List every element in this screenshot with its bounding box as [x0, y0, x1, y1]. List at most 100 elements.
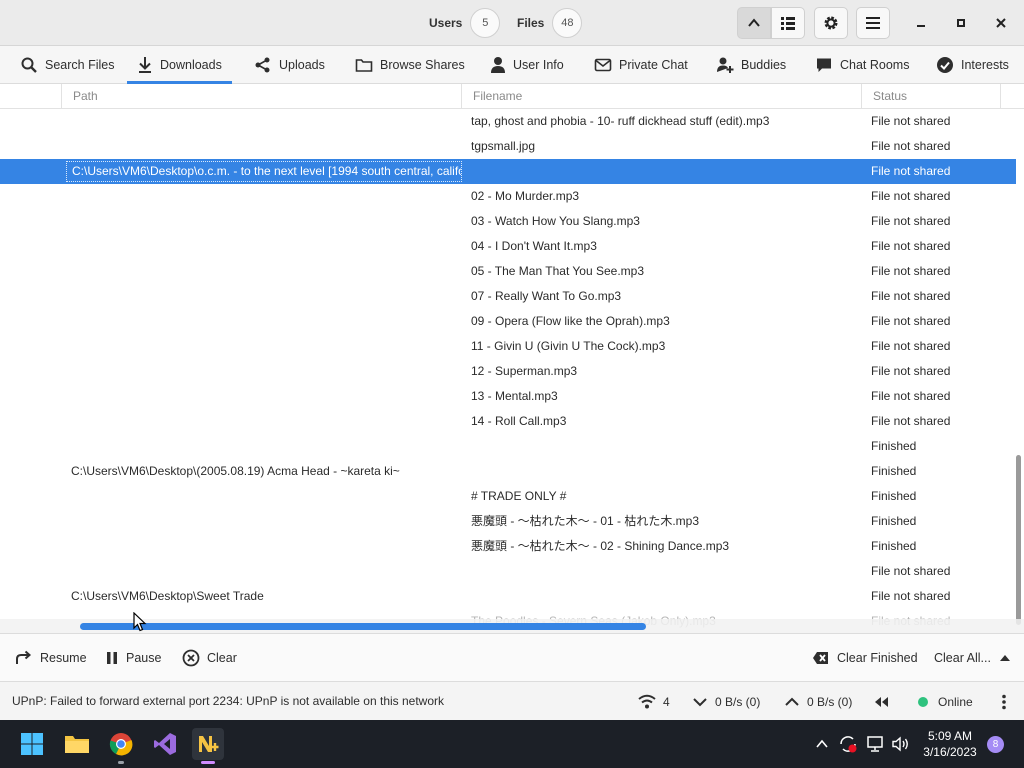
clear-circle-icon: [182, 649, 200, 667]
list-icon: [781, 17, 795, 30]
column-header-filename[interactable]: Filename: [461, 84, 861, 109]
table-row[interactable]: C:\Users\VM6\Desktop\Sweet Trade File not…: [0, 584, 1016, 609]
preferences-button[interactable]: [814, 7, 848, 39]
tray-sync-icon-button[interactable]: [838, 720, 858, 768]
table-row[interactable]: tgpsmall.jpg File not shared: [0, 134, 1016, 159]
file-explorer-button[interactable]: [61, 728, 93, 760]
table-row[interactable]: tap, ghost and phobia - 10- ruff dickhea…: [0, 109, 1016, 134]
status-menu-button[interactable]: [1001, 682, 1007, 721]
table-row[interactable]: 13 - Mental.mp3 File not shared: [0, 384, 1016, 409]
tab-chat-rooms[interactable]: Chat Rooms: [811, 46, 913, 84]
tab-private-chat[interactable]: Private Chat: [590, 46, 692, 84]
tab-user-info[interactable]: User Info: [486, 46, 568, 84]
downloads-table[interactable]: tap, ghost and phobia - 10- ruff dickhea…: [0, 109, 1024, 633]
tab-interests[interactable]: Interests: [932, 46, 1013, 84]
table-row[interactable]: File not shared: [0, 559, 1016, 584]
download-icon: [139, 57, 151, 73]
table-row[interactable]: 14 - Roll Call.mp3 File not shared: [0, 409, 1016, 434]
status-cell: File not shared: [871, 189, 951, 203]
tab-uploads[interactable]: Uploads: [250, 46, 329, 84]
speed-limit-button[interactable]: [873, 682, 889, 721]
path-cell: C:\Users\VM6\Desktop\o.c.m. - to the nex…: [66, 161, 462, 182]
table-row[interactable]: 04 - I Don't Want It.mp3 File not shared: [0, 234, 1016, 259]
nicotine-plus-button[interactable]: [192, 728, 224, 764]
resume-button[interactable]: Resume: [15, 634, 87, 682]
online-status-button[interactable]: Online: [918, 682, 973, 721]
column-header-status[interactable]: Status: [861, 84, 1001, 109]
minimize-button[interactable]: [908, 11, 934, 35]
start-button[interactable]: [16, 728, 48, 760]
pause-button[interactable]: Pause: [105, 634, 161, 682]
tray-overflow-button[interactable]: [815, 720, 829, 768]
table-row[interactable]: C:\Users\VM6\Desktop\o.c.m. - to the nex…: [0, 159, 1016, 184]
notification-badge[interactable]: 8: [987, 736, 1004, 753]
tab-label: User Info: [513, 58, 564, 72]
upload-speed-indicator: 0 B/s (0): [784, 682, 852, 721]
redo-arrow-icon: [16, 650, 32, 664]
status-message: UPnP: Failed to forward external port 22…: [12, 694, 445, 708]
filename-cell: 12 - Superman.mp3: [471, 364, 578, 378]
tab-search-files[interactable]: Search Files: [16, 46, 118, 84]
tab-buddies[interactable]: Buddies: [712, 46, 790, 84]
transfer-list-button[interactable]: [771, 7, 805, 39]
nicotine-plus-icon: [199, 736, 219, 752]
status-cell: File not shared: [871, 214, 951, 228]
online-dot-icon: [918, 696, 928, 707]
column-header-path[interactable]: Path: [61, 84, 461, 109]
active-app-indicator: [201, 761, 215, 764]
filename-cell: 07 - Really Want To Go.mp3: [471, 289, 622, 303]
table-row[interactable]: 11 - Givin U (Givin U The Cock).mp3 File …: [0, 334, 1016, 359]
tab-label: Browse Shares: [380, 58, 465, 72]
clock-date: 3/16/2023: [923, 745, 977, 759]
table-row[interactable]: 悪魔頭 - ～枯れた木～ - 02 - Shining Dance.mp3 Fin…: [0, 534, 1016, 559]
table-row[interactable]: 05 - The Man That You See.mp3 File not sh…: [0, 259, 1016, 284]
users-count: 5: [470, 8, 501, 38]
clear-button[interactable]: Clear: [182, 634, 237, 682]
collapse-toggle-button[interactable]: [737, 7, 771, 39]
status-cell: File not shared: [871, 164, 951, 178]
table-row[interactable]: 12 - Superman.mp3 File not shared: [0, 359, 1016, 384]
close-icon: [996, 18, 1006, 28]
filename-cell: 11 - Givin U (Givin U The Cock).mp3: [471, 339, 666, 353]
filename-cell: 04 - I Don't Want It.mp3: [471, 239, 597, 253]
tab-label: Uploads: [279, 58, 325, 72]
users-stat: Users 5: [429, 8, 501, 38]
filename-cell: 13 - Mental.mp3: [471, 389, 558, 403]
more-vertical-icon: [1002, 694, 1006, 709]
status-cell: Finished: [871, 489, 917, 503]
table-row[interactable]: C:\Users\VM6\Desktop\(2005.08.19) Acma H…: [0, 459, 1016, 484]
maximize-button[interactable]: [948, 11, 974, 35]
vertical-scrollbar[interactable]: [1016, 455, 1021, 625]
horizontal-scrollbar-thumb[interactable]: [80, 623, 646, 630]
files-stat: Files 48: [517, 8, 583, 38]
chevron-up-icon: [816, 739, 828, 748]
table-row[interactable]: Finished: [0, 434, 1016, 459]
chrome-button[interactable]: [105, 728, 137, 764]
tray-volume-button[interactable]: [891, 720, 911, 768]
tab-label: Chat Rooms: [840, 58, 910, 72]
status-cell: Finished: [871, 464, 917, 478]
rewind-icon: [875, 696, 888, 707]
tray-network-button[interactable]: [866, 720, 886, 768]
tab-downloads[interactable]: Downloads: [127, 46, 232, 84]
status-cell: File not shared: [871, 589, 951, 603]
pause-icon: [107, 652, 117, 664]
column-header-spacer: [0, 84, 61, 109]
filename-cell: 悪魔頭 - ～枯れた木～ - 02 - Shining Dance.mp3: [471, 539, 730, 553]
user-icon: [491, 57, 505, 73]
table-row[interactable]: 02 - Mo Murder.mp3 File not shared: [0, 184, 1016, 209]
clear-finished-button[interactable]: Clear Finished: [812, 634, 918, 682]
table-row[interactable]: 03 - Watch How You Slang.mp3 File not sha…: [0, 209, 1016, 234]
tab-browse-shares[interactable]: Browse Shares: [351, 46, 469, 84]
table-row[interactable]: 07 - Really Want To Go.mp3 File not share…: [0, 284, 1016, 309]
volume-icon: [892, 736, 908, 752]
files-count: 48: [552, 8, 583, 38]
taskbar-clock[interactable]: 5:09 AM 3/16/2023: [914, 728, 986, 760]
table-row[interactable]: # TRADE ONLY # Finished: [0, 484, 1016, 509]
main-menu-button[interactable]: [856, 7, 890, 39]
table-row[interactable]: 09 - Opera (Flow like the Oprah).mp3 File…: [0, 309, 1016, 334]
clear-all-menu-button[interactable]: Clear All...: [934, 634, 1012, 682]
table-row[interactable]: 悪魔頭 - ～枯れた木～ - 01 - 枯れた木.mp3 Finished: [0, 509, 1016, 534]
close-button[interactable]: [988, 11, 1014, 35]
visual-studio-button[interactable]: [149, 728, 181, 760]
